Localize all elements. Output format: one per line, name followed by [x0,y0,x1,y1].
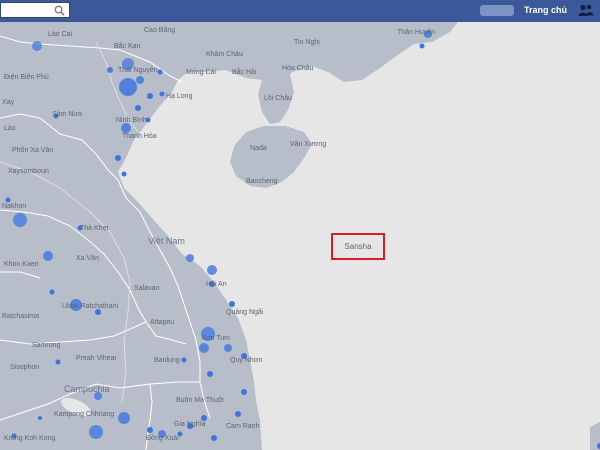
label-thanh-hoa: Thanh Hóa [122,133,157,140]
label-ratchasima: Ratchasima [2,313,39,320]
label-udon: Nakhon [2,203,26,210]
label-quang-ngai: Quảng Ngãi [226,309,264,316]
label-xay: Xay [2,99,15,106]
label-cao-bang: Cao Bằng [144,25,175,34]
label-quy-nhon: Quy Nhơn [230,357,262,364]
label-buon-ma-thuot: Buôn Ma Thuột [176,397,224,404]
label-banlung: Banlung [154,357,180,364]
label-hoa-chau: Hóa Châu [282,65,314,72]
label-van-xuong: Văn Xương [290,141,326,148]
map-canvas[interactable]: Lào Cai Cao Bằng Bắc Kạn Tin Nghị Thân H… [0,22,600,450]
label-preah-vihear: Preah Vihear [76,355,117,362]
label-gia-nghia: Gia Nghĩa [174,421,206,428]
label-dong-xoai: Đồng Xoài [146,433,179,442]
label-tha-khet: Thà Khẹt [80,225,108,232]
search-box[interactable] [0,2,70,20]
label-dien-bien-phu: Điện Biên Phủ [4,73,49,81]
label-hoi-an: Hội An [206,281,227,288]
label-khanh-son: Khâm Châu [206,51,243,58]
label-kon-tum: Kon Tum [202,335,230,342]
profile-name-blurred[interactable] [480,5,514,16]
label-lao-cai: Lào Cai [48,31,73,38]
label-campuchia: Campuchia [64,384,110,394]
label-sansha: Sansha [344,242,372,251]
label-ubon: Ubon Ratchathani [62,303,118,310]
label-than-huyen: Thân Huyên [397,29,435,36]
label-koh-kong: Krong Koh Kong [4,435,55,442]
label-samrong: Samrong [32,342,61,349]
label-nada: Nada [250,145,267,152]
label-lai-chau: Lôi Châu [264,95,292,102]
label-ninh-binh: Ninh Bình [116,117,147,124]
label-bac-hai: Bắc Hải [232,67,257,76]
friends-icon[interactable] [578,4,594,17]
label-viet-nam: Việt Nam [148,236,185,246]
search-input[interactable] [1,6,57,20]
label-khon-kaen: Khon Kaen [4,261,39,268]
search-icon[interactable] [54,5,65,16]
label-xa-van: Xa Văn [76,255,99,262]
label-baocheng: Baocheng [246,178,278,185]
label-sam-nua: Sầm Nưa [52,109,82,118]
label-cam-ranh: Cam Ranh [226,423,260,430]
label-salavan: Salavan [134,285,159,292]
label-bac-kan: Bắc Kạn [114,41,141,50]
label-thai-nguyen: Thái Nguyên [118,67,158,74]
label-kampong-chhnang: Kampong Chhnang [54,411,114,418]
home-link[interactable]: Trang chủ [524,5,567,15]
label-sisophon: Sisophon [10,364,39,371]
top-nav-bar: Trang chủ [0,0,600,22]
label-mong-cai: Móng Cái [186,69,216,76]
label-attapeu: Attapeu [150,319,174,326]
label-lao: Lào [4,125,16,132]
label-ha-long: Hạ Long [166,93,193,100]
label-tin-nghi: Tin Nghị [294,39,320,46]
sansha-highlight-box[interactable]: Sansha [331,233,385,260]
label-xaysomboun: Xaysomboun [8,168,49,175]
label-phon-xa-van: Phôn Xa Văn [12,147,53,154]
